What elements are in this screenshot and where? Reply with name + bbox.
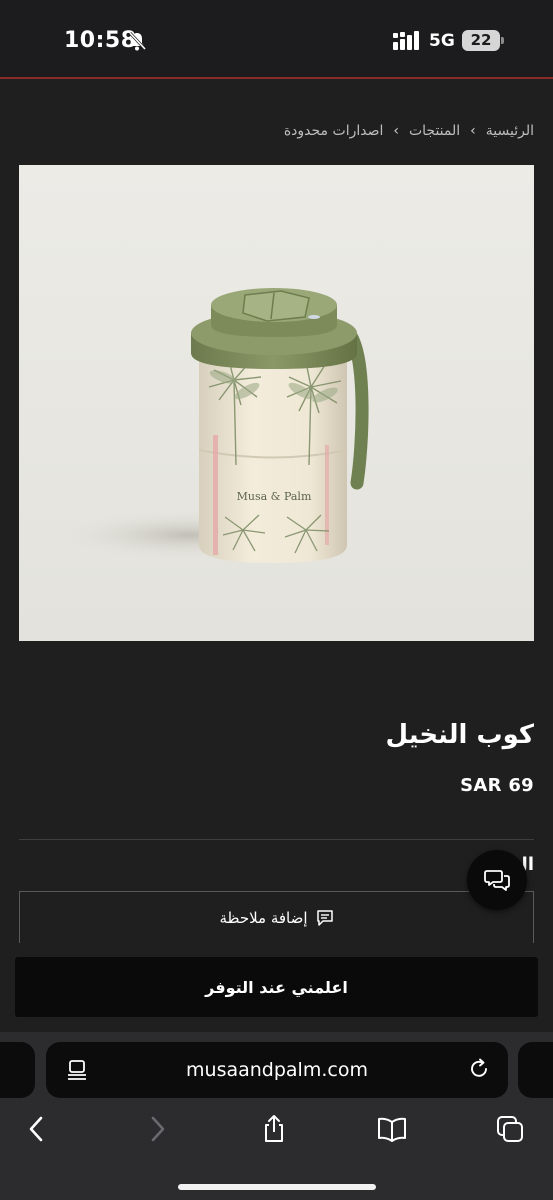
back-icon[interactable] [22,1114,52,1144]
previous-tab[interactable] [0,1042,35,1098]
chat-button[interactable] [467,850,527,910]
address-bar[interactable]: musaandpalm.com [46,1042,508,1098]
breadcrumb-separator: › [470,123,476,139]
signal-icon [393,31,419,50]
bell-slash-icon [128,31,146,51]
add-note-button[interactable]: إضافة ملاحظة [19,891,534,943]
battery-indicator: 22 [462,30,500,51]
product-image[interactable]: Musa & Palm [19,165,534,641]
section-divider [19,839,534,840]
status-time: 10:58 [64,28,137,53]
note-icon [316,909,333,926]
cup-brand-text: Musa & Palm [237,490,312,503]
product-page: الرئيسية › المنتجات › اصدارات محدودة Mus… [0,79,553,1032]
add-note-label: إضافة ملاحظة [219,908,308,927]
breadcrumb-limited-editions[interactable]: اصدارات محدودة [284,123,384,139]
share-icon[interactable] [259,1114,289,1144]
product-price: SAR 69 [460,775,534,796]
battery-nub [501,37,504,44]
bookmarks-icon[interactable] [377,1114,407,1144]
network-label: 5G [429,31,455,51]
breadcrumb-separator: › [393,123,399,139]
tabs-icon[interactable] [495,1114,525,1144]
forward-icon[interactable] [142,1114,172,1144]
reload-icon[interactable] [468,1058,490,1080]
status-bar: 10:58 5G 22 [0,0,553,78]
chat-icon [484,870,510,891]
breadcrumb: الرئيسية › المنتجات › اصدارات محدودة [284,123,534,139]
breadcrumb-home[interactable]: الرئيسية [486,123,534,139]
browser-toolbar: musaandpalm.com [0,1032,553,1200]
url-text: musaandpalm.com [186,1059,368,1081]
breadcrumb-products[interactable]: المنتجات [409,123,460,139]
next-tab[interactable] [518,1042,553,1098]
palm-cup-illustration: Musa & Palm [49,288,369,563]
home-indicator [178,1184,376,1190]
product-title: كوب النخيل [385,720,534,750]
notify-when-available-button[interactable]: اعلمني عند التوفر [15,957,538,1017]
